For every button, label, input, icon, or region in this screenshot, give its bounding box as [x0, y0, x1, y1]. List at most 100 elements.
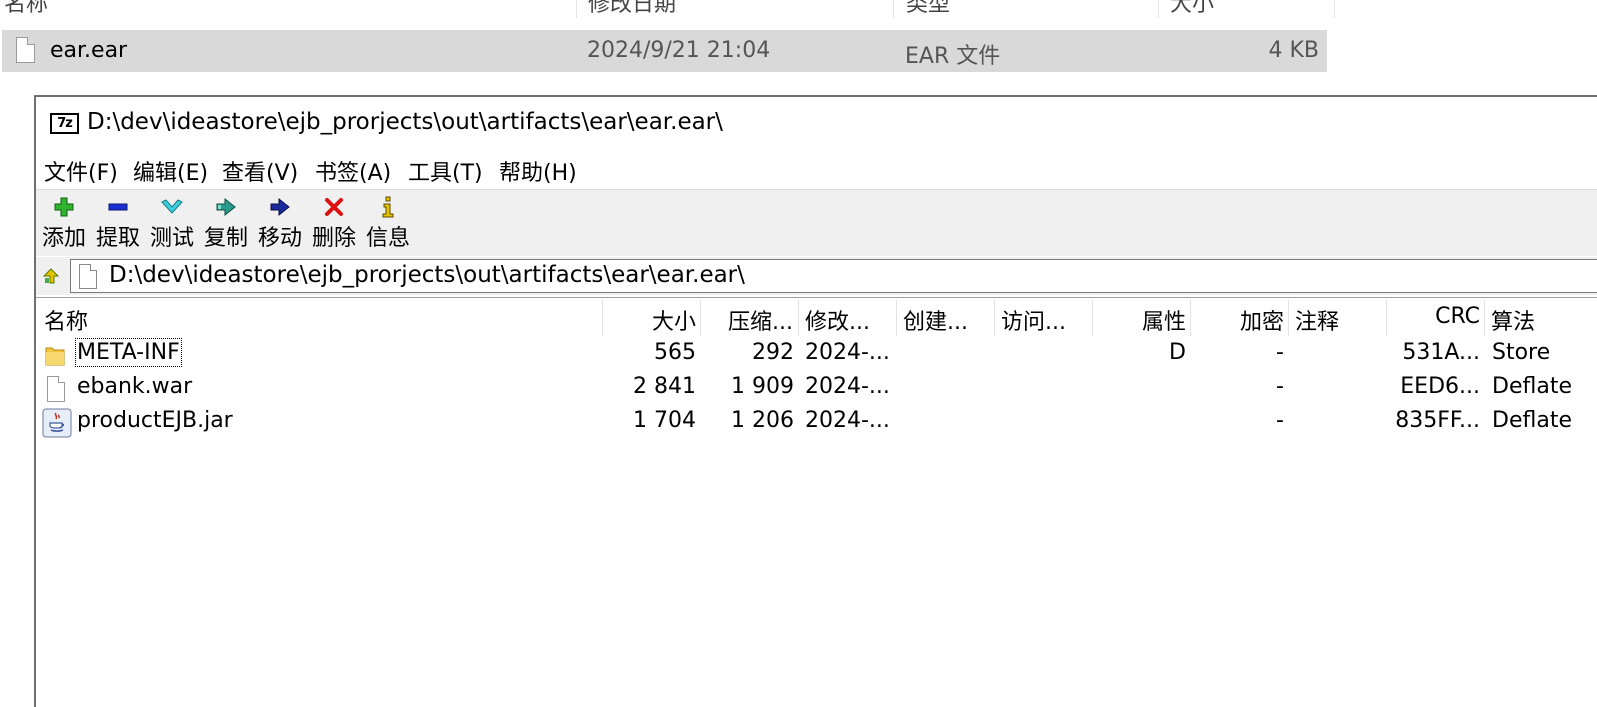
item-method: Deflate	[1492, 374, 1572, 399]
test-button[interactable]: 测试	[145, 190, 199, 254]
info-button-label: 信息	[365, 226, 410, 251]
header-separator[interactable]	[1092, 300, 1093, 336]
header-method[interactable]: 算法	[1491, 304, 1535, 336]
header-separator[interactable]	[1484, 300, 1485, 336]
move-button[interactable]: 移动	[253, 190, 307, 254]
item-size: 1 704	[633, 408, 696, 433]
window-titlebar[interactable]: 7z D:\dev\ideastore\ejb_prorjects\out\ar…	[36, 97, 1597, 149]
item-name: META-INF	[75, 338, 182, 367]
delete-button[interactable]: 删除	[307, 190, 361, 254]
header-separator[interactable]	[798, 300, 799, 336]
menu-bar: 文件(F) 编辑(E) 查看(V) 书签(A) 工具(T) 帮助(H)	[36, 153, 1597, 187]
list-item[interactable]: ebank.war 2 841 1 909 2024-... - EED6...…	[36, 372, 1597, 406]
item-name: productEJB.jar	[77, 408, 233, 433]
minus-icon	[108, 203, 128, 211]
folder-icon	[45, 347, 65, 366]
menu-bookmarks[interactable]: 书签(A)	[315, 155, 391, 187]
item-packed: 1 909	[731, 374, 794, 399]
address-input[interactable]: D:\dev\ideastore\ejb_prorjects\out\artif…	[70, 259, 1597, 293]
explorer-file-size: 4 KB	[1268, 38, 1319, 63]
item-modified: 2024-...	[805, 374, 890, 399]
header-modified[interactable]: 修改...	[805, 304, 870, 336]
list-item[interactable]: productEJB.jar 1 704 1 206 2024-... - 83…	[36, 406, 1597, 440]
explorer-file-name: ear.ear	[50, 38, 128, 63]
header-separator[interactable]	[602, 300, 603, 336]
header-crc[interactable]: CRC	[1390, 304, 1480, 329]
header-separator[interactable]	[700, 300, 701, 336]
check-icon	[161, 199, 183, 214]
item-crc: EED6...	[1400, 374, 1480, 399]
java-icon	[42, 408, 72, 438]
address-bar: D:\dev\ideastore\ejb_prorjects\out\artif…	[36, 257, 1597, 295]
menu-view[interactable]: 查看(V)	[222, 155, 298, 187]
menu-edit[interactable]: 编辑(E)	[133, 155, 208, 187]
copy-button-label: 复制	[203, 226, 248, 251]
header-separator[interactable]	[1190, 300, 1191, 336]
file-icon	[16, 37, 35, 63]
header-comment[interactable]: 注释	[1295, 304, 1339, 336]
add-button-label: 添加	[41, 226, 86, 251]
item-size: 565	[654, 340, 696, 365]
item-packed: 292	[752, 340, 794, 365]
item-attributes: D	[1169, 340, 1186, 365]
explorer-col-modified[interactable]: 修改日期	[588, 0, 676, 18]
explorer-file-row[interactable]: ear.ear 2024/9/21 21:04 EAR 文件 4 KB	[2, 30, 1327, 72]
explorer-column-header: 名称 修改日期 类型 大小	[0, 0, 1340, 18]
test-button-label: 测试	[149, 226, 194, 251]
menu-tools[interactable]: 工具(T)	[408, 155, 483, 187]
explorer-file-modified: 2024/9/21 21:04	[587, 38, 771, 63]
info-icon	[382, 196, 394, 218]
header-separator[interactable]	[1386, 300, 1387, 336]
sevenzip-window: 7z D:\dev\ideastore\ejb_prorjects\out\ar…	[34, 95, 1597, 707]
list-item[interactable]: META-INF 565 292 2024-... D - 531A... St…	[36, 338, 1597, 372]
delete-button-label: 删除	[311, 226, 356, 251]
address-path: D:\dev\ideastore\ejb_prorjects\out\artif…	[109, 262, 745, 288]
delete-x-icon	[325, 198, 343, 216]
add-button[interactable]: 添加	[37, 190, 91, 254]
header-accessed[interactable]: 访问...	[1001, 304, 1066, 336]
header-separator[interactable]	[896, 300, 897, 336]
header-separator[interactable]	[994, 300, 995, 336]
explorer-file-type: EAR 文件	[905, 44, 1001, 69]
window-title: D:\dev\ideastore\ejb_prorjects\out\artif…	[87, 109, 723, 135]
file-icon	[79, 264, 97, 289]
header-separator[interactable]	[1288, 300, 1289, 336]
copy-button[interactable]: 复制	[199, 190, 253, 254]
header-size[interactable]: 大小	[606, 304, 696, 336]
header-name[interactable]: 名称	[44, 304, 88, 336]
file-list: 名称 大小 压缩... 修改... 创建... 访问... 属性 加密 注释 C…	[36, 297, 1597, 707]
item-method: Store	[1492, 340, 1551, 365]
explorer-col-type[interactable]: 类型	[906, 0, 950, 18]
item-crc: 531A...	[1402, 340, 1480, 365]
sevenzip-logo-icon: 7z	[50, 113, 79, 134]
item-encrypted: -	[1276, 408, 1284, 433]
explorer-col-name[interactable]: 名称	[4, 0, 48, 18]
item-encrypted: -	[1276, 374, 1284, 399]
explorer-col-separator[interactable]	[1158, 0, 1159, 18]
menu-file[interactable]: 文件(F)	[44, 155, 118, 187]
item-size: 2 841	[633, 374, 696, 399]
explorer-col-separator[interactable]	[1334, 0, 1335, 18]
header-encrypted[interactable]: 加密	[1194, 304, 1284, 336]
header-created[interactable]: 创建...	[903, 304, 968, 336]
item-crc: 835FF...	[1395, 408, 1480, 433]
plus-icon	[54, 197, 74, 217]
item-name: ebank.war	[77, 374, 193, 399]
explorer-col-separator[interactable]	[893, 0, 894, 18]
explorer-col-separator[interactable]	[576, 0, 577, 18]
info-button[interactable]: 信息	[361, 190, 415, 254]
extract-button[interactable]: 提取	[91, 190, 145, 254]
copy-arrow-icon	[216, 197, 236, 217]
explorer-background: 名称 修改日期 类型 大小 ear.ear 2024/9/21 21:04 EA…	[0, 0, 1597, 95]
list-header: 名称 大小 压缩... 修改... 创建... 访问... 属性 加密 注释 C…	[36, 298, 1597, 338]
header-packed[interactable]: 压缩...	[728, 304, 793, 336]
folder-up-icon[interactable]	[42, 267, 60, 285]
menu-help[interactable]: 帮助(H)	[499, 155, 577, 187]
explorer-col-size[interactable]: 大小	[1170, 0, 1214, 18]
item-modified: 2024-...	[805, 408, 890, 433]
extract-button-label: 提取	[95, 226, 140, 251]
item-modified: 2024-...	[805, 340, 890, 365]
item-method: Deflate	[1492, 408, 1572, 433]
header-attributes[interactable]: 属性	[1096, 304, 1186, 336]
file-icon	[47, 376, 65, 402]
